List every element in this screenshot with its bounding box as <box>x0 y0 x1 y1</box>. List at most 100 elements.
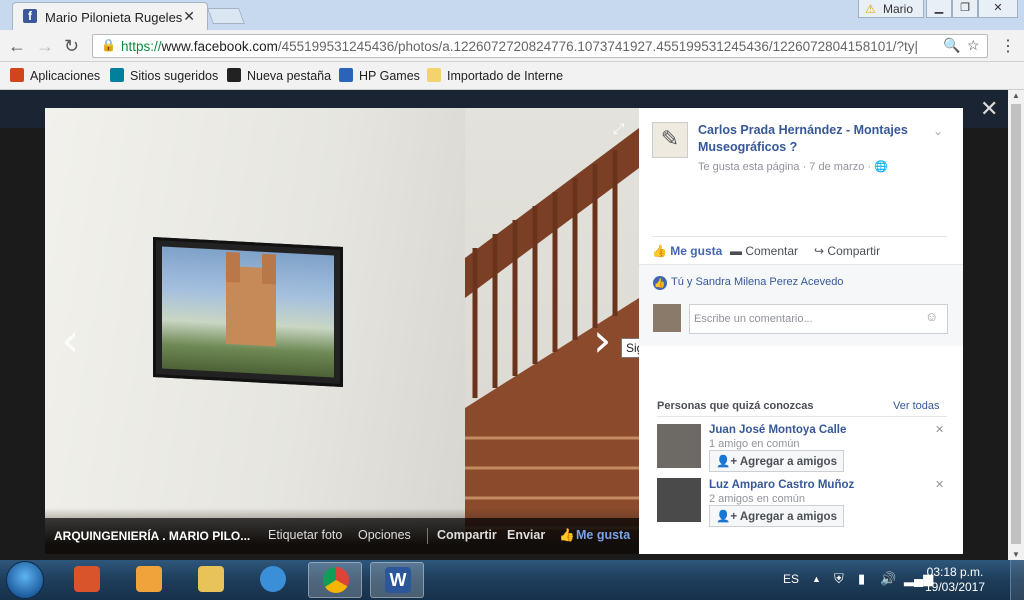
system-clock[interactable]: 03:18 p.m. 19/03/2017 <box>920 565 990 595</box>
bookmark-label: Nueva pestaña <box>247 69 332 83</box>
lock-icon: 🔒 <box>101 38 116 52</box>
add-friend-button[interactable]: 👤+ Agregar a amigos <box>709 505 844 527</box>
page-avatar[interactable]: ✎ <box>652 122 688 158</box>
file-explorer-icon <box>198 566 224 592</box>
thumbs-up-icon: 👍 <box>559 528 575 542</box>
photo-action-bar: ARQUINGENIERÍA . MARIO PILO... Etiquetar… <box>45 518 639 554</box>
close-window-button[interactable]: ✕ <box>978 0 1018 18</box>
restore-window-button[interactable]: ❐ <box>952 0 978 18</box>
language-indicator[interactable]: ES <box>783 572 799 586</box>
share-post-button[interactable]: ↪ Compartir <box>814 244 880 258</box>
reload-icon[interactable]: ↻ <box>64 36 79 57</box>
bookmark-apps[interactable]: Aplicaciones <box>10 68 100 83</box>
page-name-link[interactable]: Carlos Prada Hernández - Montajes Museog… <box>698 122 928 156</box>
likers-link[interactable]: Tú y Sandra Milena Perez Acevedo <box>671 276 843 288</box>
dismiss-icon[interactable]: ✕ <box>935 478 944 491</box>
profile-button[interactable]: ⚠ Mario <box>858 0 924 18</box>
dismiss-icon[interactable]: ✕ <box>935 423 944 436</box>
bookmarks-bar: Aplicaciones Sitios sugeridos Nueva pest… <box>0 62 1024 90</box>
apps-icon <box>10 68 24 82</box>
share-label: Compartir <box>827 244 881 258</box>
tab-title: Mario Pilonieta Rugeles <box>45 10 183 25</box>
new-tab-button[interactable] <box>207 8 245 24</box>
taskbar-app[interactable] <box>246 562 300 598</box>
chrome-menu-icon[interactable]: ⋮ <box>1000 36 1016 56</box>
see-all-link[interactable]: Ver todas <box>893 400 939 412</box>
person-name-link[interactable]: Luz Amparo Castro Muñoz <box>709 479 854 491</box>
person-photo[interactable] <box>657 478 701 522</box>
address-bar[interactable]: 🔒 https://www.facebook.com/4551995312454… <box>92 34 988 58</box>
page-scrollbar[interactable]: ▲ ▼ <box>1008 90 1024 560</box>
show-desktop-button[interactable] <box>1010 560 1024 600</box>
bookmark-star-icon[interactable]: ☆ <box>967 37 980 54</box>
add-friend-label: Agregar a amigos <box>739 511 837 523</box>
bookmark-imported-folder[interactable]: Importado de Interne <box>427 68 563 83</box>
comment-input[interactable]: Escribe un comentario... <box>689 304 948 334</box>
options-button[interactable]: Opciones <box>358 528 411 542</box>
comment-composer: Escribe un comentario... ☺ <box>639 302 963 346</box>
browser-tab[interactable]: f Mario Pilonieta Rugeles ✕ <box>12 2 208 30</box>
profile-name: Mario <box>883 2 914 16</box>
share-button[interactable]: Compartir <box>437 528 497 542</box>
photo-image[interactable]: ‹ › ⤢ <box>45 108 639 554</box>
tray-expand-icon[interactable]: ▲ <box>812 574 821 584</box>
volume-icon[interactable]: 🔊 <box>880 571 896 587</box>
forward-arrow-icon[interactable]: → <box>36 36 54 57</box>
shield-icon[interactable]: ⛨ <box>834 571 844 587</box>
bookmark-new-tab[interactable]: Nueva pestaña <box>227 68 331 83</box>
scroll-down-icon[interactable]: ▼ <box>1012 550 1020 559</box>
photo-caption[interactable]: ARQUINGENIERÍA . MARIO PILO... <box>54 529 250 543</box>
send-button[interactable]: Enviar <box>507 528 545 542</box>
back-arrow-icon[interactable]: ← <box>8 36 26 57</box>
taskbar-app-active[interactable]: W <box>370 562 424 598</box>
start-button[interactable] <box>6 561 44 599</box>
folder-icon <box>427 68 441 82</box>
share-arrow-icon: ↪ <box>814 244 825 258</box>
bookmark-icon <box>227 68 241 82</box>
device-icon[interactable]: ▮ <box>858 571 865 587</box>
mutual-friends: 2 amigos en común <box>709 493 805 505</box>
emoji-icon[interactable]: ☺ <box>925 309 938 324</box>
internet-explorer-icon <box>260 566 286 592</box>
zoom-icon[interactable]: 🔍 <box>943 37 960 54</box>
word-icon: W <box>385 567 411 593</box>
post-meta: Te gusta esta página · 7 de marzo · 🌐 <box>698 160 888 173</box>
bookmark-suggested[interactable]: Sitios sugeridos <box>110 68 218 83</box>
windows-taskbar: W ES ▲ ⛨ ▮ 🔊 ▂▄▆ 03:18 p.m. 19/03/2017 <box>0 560 1024 600</box>
add-friend-button[interactable]: 👤+ Agregar a amigos <box>709 450 844 472</box>
previous-photo-icon[interactable]: ‹ <box>61 313 79 367</box>
person-name-link[interactable]: Juan José Montoya Calle <box>709 424 846 436</box>
taskbar-app[interactable] <box>60 562 114 598</box>
mutual-friends: 1 amigo en común <box>709 438 800 450</box>
fullscreen-icon[interactable]: ⤢ <box>613 120 624 137</box>
like-post-button[interactable]: 👍 Me gusta <box>652 244 722 258</box>
taskbar-app[interactable] <box>122 562 176 598</box>
photo-staircase <box>465 128 639 554</box>
tag-photo-button[interactable]: Etiquetar foto <box>268 528 342 542</box>
bookmark-label: HP Games <box>359 69 420 83</box>
minimize-window-button[interactable]: ▁ <box>926 0 952 18</box>
chevron-down-icon[interactable]: ⌄ <box>933 124 943 138</box>
close-tab-icon[interactable]: ✕ <box>183 8 195 25</box>
scroll-up-icon[interactable]: ▲ <box>1012 91 1020 100</box>
hp-games-icon <box>339 68 353 82</box>
taskbar-app[interactable] <box>184 562 238 598</box>
like-button[interactable]: Me gusta <box>576 528 630 542</box>
divider <box>427 528 428 544</box>
browser-toolbar: ← → ↻ 🔒 https://www.facebook.com/4551995… <box>0 30 1024 62</box>
clock-time: 03:18 p.m. <box>926 565 984 579</box>
person-photo[interactable] <box>657 424 701 468</box>
globe-icon: 🌐 <box>874 161 888 173</box>
close-viewer-icon[interactable]: ✕ <box>980 96 998 122</box>
next-photo-icon[interactable]: › <box>593 313 611 367</box>
clock-date: 19/03/2017 <box>924 580 986 594</box>
taskbar-app-active[interactable] <box>308 562 362 598</box>
comment-button[interactable]: ▬ Comentar <box>730 244 798 258</box>
likes-summary: 👍 Tú y Sandra Milena Perez Acevedo <box>639 264 963 302</box>
url-text[interactable]: https://www.facebook.com/455199531245436… <box>121 39 941 54</box>
painting-tower <box>226 251 240 283</box>
post-meta-text: Te gusta esta página · 7 de marzo · <box>698 161 872 173</box>
scroll-thumb[interactable] <box>1011 104 1021 544</box>
add-friend-label: Agregar a amigos <box>739 456 837 468</box>
bookmark-hp-games[interactable]: HP Games <box>339 68 420 83</box>
